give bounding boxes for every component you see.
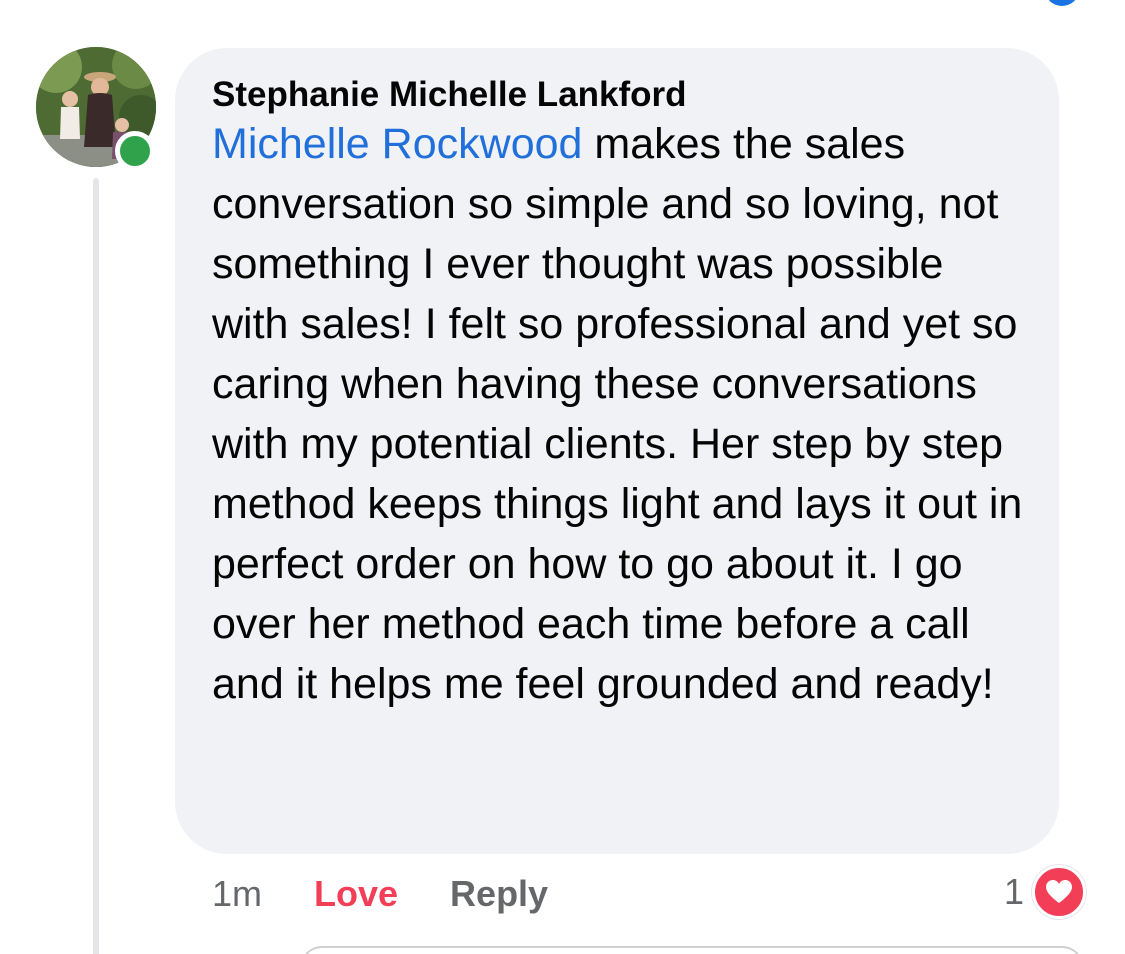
comment-actions: 1m Love Reply — [212, 872, 548, 916]
comment-text: makes the sales conversation so simple a… — [212, 120, 1023, 708]
comment-timestamp[interactable]: 1m — [212, 873, 262, 915]
thread-connector-line — [93, 178, 99, 954]
comment-author[interactable]: Stephanie Michelle Lankford — [212, 74, 1023, 116]
mention-link[interactable]: Michelle Rockwood — [212, 120, 582, 168]
online-status-indicator — [115, 131, 155, 171]
reaction-summary[interactable]: 1 — [1004, 864, 1087, 920]
comment-thread: Stephanie Michelle Lankford Michelle Roc… — [0, 0, 1125, 954]
reaction-count: 1 — [1004, 871, 1025, 912]
love-reaction-button[interactable]: Love — [314, 873, 398, 915]
reply-button[interactable]: Reply — [450, 873, 548, 915]
heart-icon — [1032, 865, 1087, 919]
cropped-content — [490, 0, 520, 4]
comment-bubble: Stephanie Michelle Lankford Michelle Roc… — [175, 48, 1059, 854]
cropped-blue-element — [1046, 0, 1078, 6]
reply-input-edge[interactable] — [300, 946, 1084, 954]
comment-body: Michelle Rockwood makes the sales conver… — [212, 114, 1023, 714]
